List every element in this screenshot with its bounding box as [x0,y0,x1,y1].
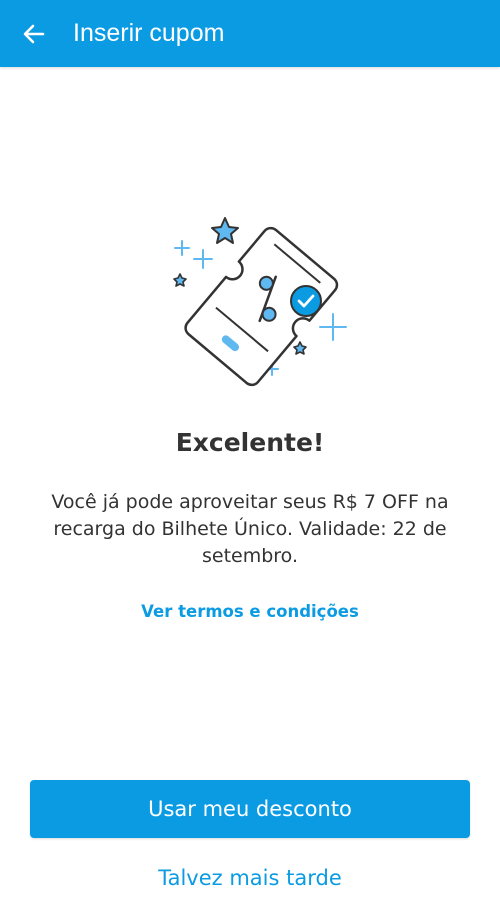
star-icon [211,217,239,244]
use-discount-button[interactable]: Usar meu desconto [30,780,470,838]
page-title: Inserir cupom [73,19,225,47]
back-button[interactable] [14,14,54,54]
coupon-message: Você já pode aproveitar seus R$ 7 OFF na… [51,491,449,567]
star-icon [293,341,307,355]
star-icon [173,273,187,287]
coupon-screen: Inserir cupom Excelente! Você já pode ap… [0,0,500,908]
coupon-ticket-check-icon [173,217,347,387]
success-heading: Excelente! [175,428,325,457]
app-bar: Inserir cupom [0,0,500,67]
check-badge-icon [290,285,322,317]
maybe-later-button[interactable]: Talvez mais tarde [0,866,500,890]
terms-link[interactable]: Ver termos e condições [0,602,500,621]
arrow-left-icon [23,24,45,44]
